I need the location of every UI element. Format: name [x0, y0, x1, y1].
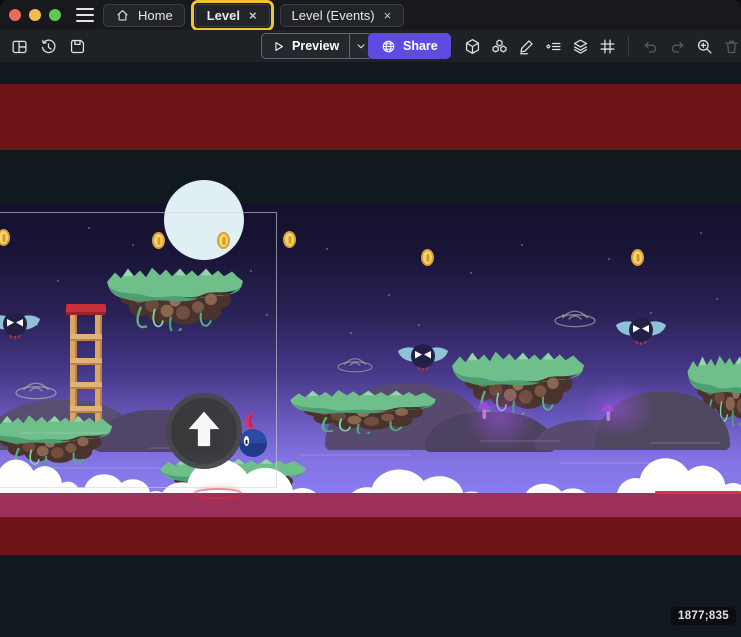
- toolbar-left-group: [8, 30, 88, 62]
- share-button-label: Share: [403, 39, 438, 53]
- share-button[interactable]: Share: [368, 33, 451, 59]
- chevron-down-icon: [355, 40, 367, 52]
- star: [470, 272, 472, 274]
- purple-glow: [580, 380, 655, 438]
- globe-icon: [381, 39, 396, 54]
- grid-icon[interactable]: [596, 35, 618, 57]
- star: [350, 332, 352, 334]
- toolbar-separator: [628, 36, 629, 56]
- tab-home-label: Home: [138, 8, 173, 23]
- red-edge-highlight: [655, 491, 741, 494]
- zoom-in-icon[interactable]: [693, 35, 715, 57]
- layers-icon[interactable]: [569, 35, 591, 57]
- save-icon[interactable]: [66, 35, 88, 57]
- scene-bottom-red-band: [0, 517, 741, 555]
- red-glow-ellipse: [194, 488, 242, 499]
- pencil-icon[interactable]: [515, 35, 537, 57]
- minimize-window-button[interactable]: [29, 9, 41, 21]
- close-window-button[interactable]: [9, 9, 21, 21]
- play-icon: [272, 40, 285, 53]
- tab-level-events[interactable]: Level (Events) ×: [280, 4, 405, 27]
- close-icon[interactable]: ×: [383, 9, 393, 22]
- panels-icon[interactable]: [8, 35, 30, 57]
- floating-island-sprite[interactable]: [288, 384, 438, 434]
- star: [650, 312, 652, 314]
- water-line: [650, 442, 720, 444]
- preview-button[interactable]: Preview: [261, 33, 373, 59]
- ground-magenta-band: [0, 493, 741, 517]
- ufo-outline-sprite: [552, 308, 598, 328]
- star: [608, 258, 610, 260]
- close-icon[interactable]: ×: [248, 9, 258, 22]
- mushroom-sprite: [600, 400, 616, 422]
- star: [700, 232, 702, 234]
- star: [388, 294, 390, 296]
- toolbar-right-group: [461, 30, 741, 62]
- star: [326, 248, 328, 250]
- menu-icon[interactable]: [76, 8, 94, 22]
- mushroom-sprite: [476, 398, 492, 420]
- tab-level[interactable]: Level ×: [195, 4, 270, 27]
- tab-bar: Home Level × Level (Events) ×: [103, 0, 404, 30]
- ufo-outline-sprite: [336, 356, 374, 373]
- star: [418, 324, 420, 326]
- object-groups-icon[interactable]: [488, 35, 510, 57]
- preview-button-label: Preview: [292, 39, 339, 53]
- home-icon: [115, 8, 130, 23]
- selection-rectangle: [0, 212, 277, 488]
- scene-canvas[interactable]: 1877;835: [0, 62, 741, 637]
- fullscreen-window-button[interactable]: [49, 9, 61, 21]
- app-window: Home Level × Level (Events) ×: [0, 0, 741, 637]
- traffic-lights: [9, 9, 61, 21]
- redo-icon[interactable]: [666, 35, 688, 57]
- tab-home[interactable]: Home: [103, 4, 185, 27]
- coin-sprite[interactable]: [283, 231, 296, 248]
- title-bar: Home Level × Level (Events) ×: [0, 0, 741, 30]
- instances-list-icon[interactable]: [542, 35, 564, 57]
- tab-level-label: Level: [207, 8, 240, 23]
- coin-sprite[interactable]: [421, 249, 434, 266]
- star: [521, 244, 523, 246]
- trash-icon[interactable]: [720, 35, 741, 57]
- toolbar: Preview Share: [0, 30, 741, 62]
- cursor-coordinates-badge: 1877;835: [671, 607, 736, 625]
- tab-highlight-box: Level ×: [191, 0, 274, 31]
- bat-enemy-sprite[interactable]: [396, 341, 450, 373]
- history-icon[interactable]: [37, 35, 59, 57]
- star: [716, 298, 718, 300]
- scene-top-red-band: [0, 84, 741, 150]
- coin-sprite[interactable]: [631, 249, 644, 266]
- undo-icon[interactable]: [639, 35, 661, 57]
- bat-enemy-sprite[interactable]: [614, 315, 668, 347]
- cube-icon[interactable]: [461, 35, 483, 57]
- tab-level-events-label: Level (Events): [292, 8, 375, 23]
- preview-button-main[interactable]: Preview: [262, 39, 349, 53]
